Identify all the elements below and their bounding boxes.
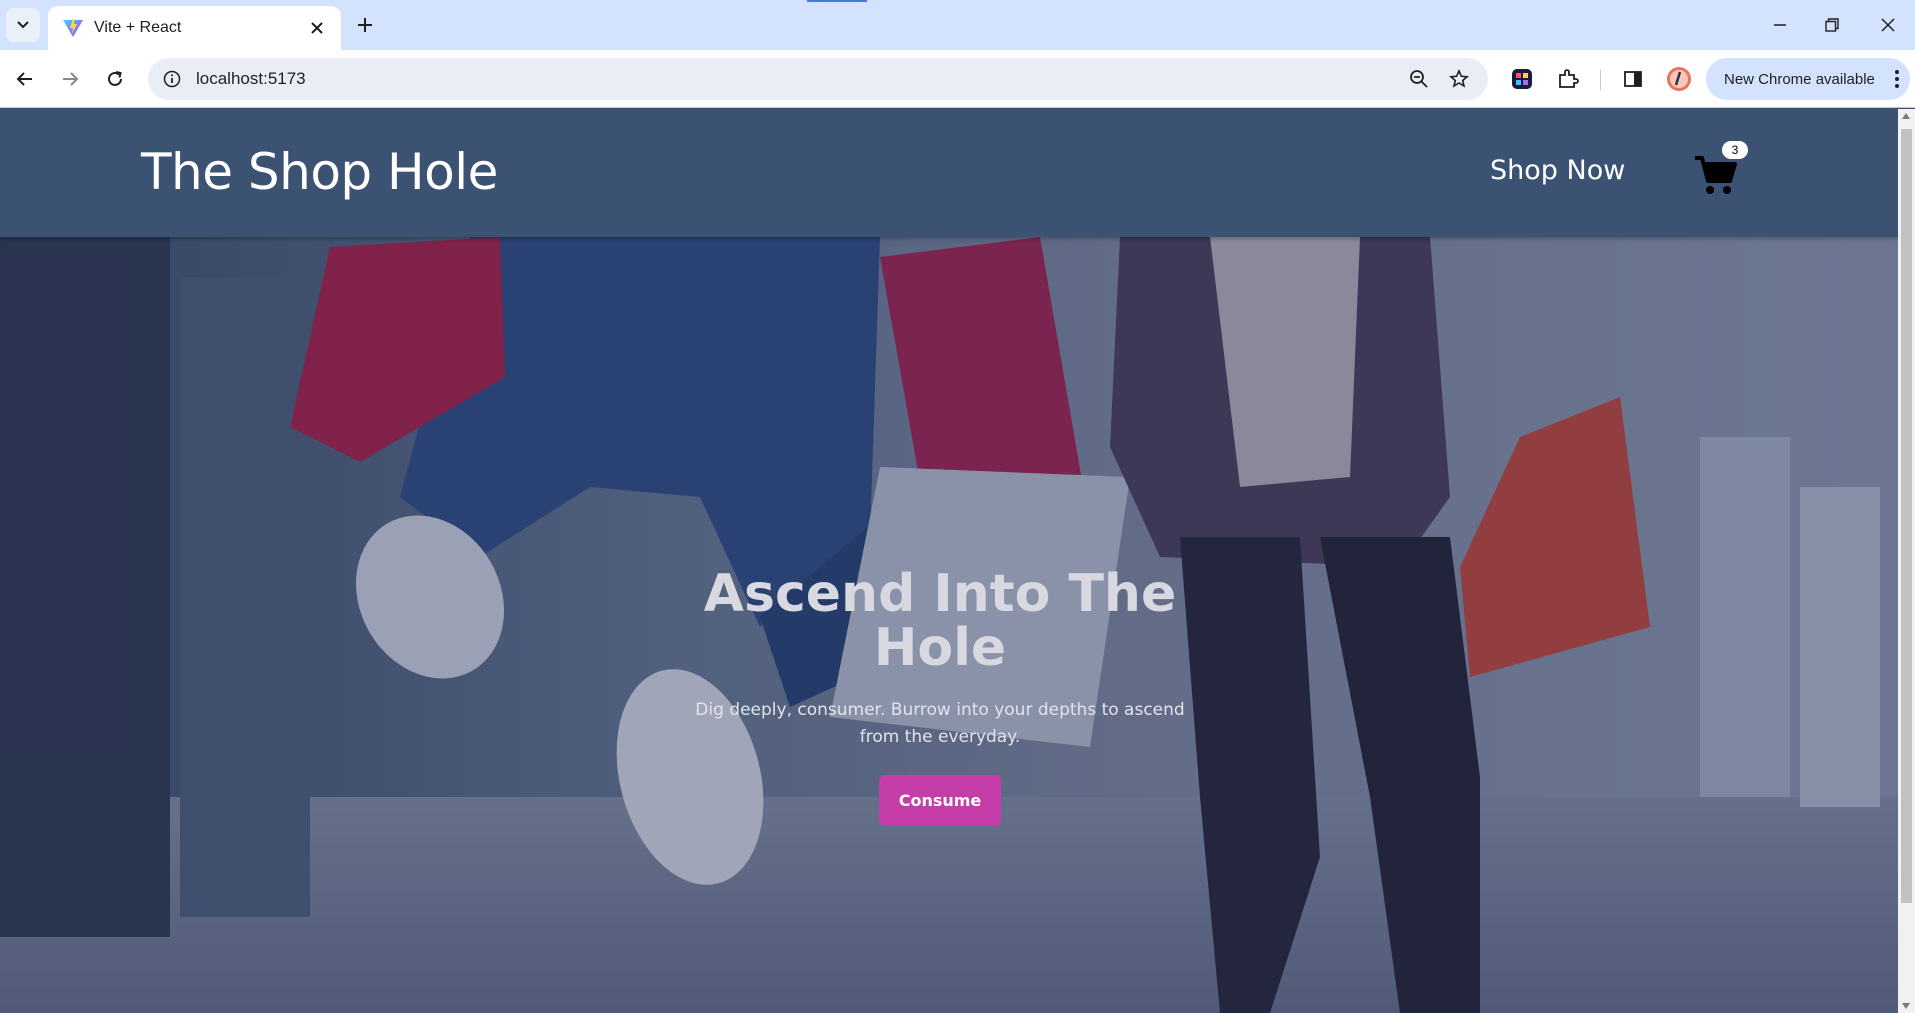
scroll-up-arrow-icon[interactable] [1902, 113, 1910, 119]
site-brand[interactable]: The Shop Hole [141, 143, 498, 201]
consume-button[interactable]: Consume [878, 775, 1002, 826]
minimize-button[interactable] [1754, 8, 1806, 42]
forward-button[interactable] [53, 62, 87, 96]
reload-icon [108, 71, 122, 86]
scroll-down-arrow-icon[interactable] [1902, 1003, 1910, 1009]
hero-subtitle: Dig deeply, consumer. Burrow into your d… [695, 700, 1185, 747]
cart-count-badge: 3 [1722, 141, 1748, 159]
toolbar-separator [1600, 70, 1601, 90]
browser-tab[interactable]: Vite + React [48, 6, 341, 50]
arrow-left-icon [16, 72, 32, 86]
extensions-puzzle-icon[interactable] [1551, 62, 1585, 96]
browser-tabstrip: Vite + React [0, 0, 1915, 50]
vite-logo-icon [63, 19, 83, 37]
page-viewport: The Shop Hole Shop Now 3 Ascend Into The… [0, 109, 1898, 1013]
url-text[interactable]: localhost:5173 [196, 69, 1394, 89]
restore-button[interactable] [1806, 8, 1858, 42]
hero-section: Ascend Into The Hole Dig deeply, consume… [0, 237, 1898, 1013]
tab-close-icon[interactable] [305, 16, 329, 40]
site-header: The Shop Hole Shop Now 3 [0, 109, 1898, 237]
page-scrollbar[interactable] [1898, 109, 1915, 1013]
close-window-button[interactable] [1862, 8, 1914, 42]
browser-toolbar: localhost:5173 New Chrome available [0, 50, 1915, 108]
shop-now-link[interactable]: Shop Now [1490, 155, 1625, 186]
hero-content: Ascend Into The Hole Dig deeply, consume… [640, 567, 1240, 826]
chrome-update-button[interactable]: New Chrome available [1706, 58, 1910, 100]
back-button[interactable] [8, 62, 42, 96]
zoom-icon[interactable] [1404, 64, 1434, 94]
extension-app-icon[interactable] [1505, 62, 1539, 96]
address-bar[interactable]: localhost:5173 [148, 58, 1488, 100]
arrow-right-icon [63, 72, 79, 86]
side-panel-icon[interactable] [1616, 62, 1650, 96]
hero-title: Ascend Into The Hole [703, 564, 1177, 678]
plus-icon [358, 18, 372, 32]
chevron-down-icon [17, 21, 29, 29]
tab-title: Vite + React [94, 19, 182, 36]
update-label: New Chrome available [1724, 70, 1875, 88]
site-info-icon[interactable] [160, 67, 184, 91]
minimize-icon [1774, 24, 1786, 26]
new-tab-button[interactable] [350, 10, 380, 40]
scrollbar-thumb[interactable] [1901, 129, 1912, 903]
bookmark-star-icon[interactable] [1444, 64, 1474, 94]
restore-icon [1825, 18, 1839, 32]
tab-search-button[interactable] [6, 8, 40, 42]
reload-button[interactable] [98, 62, 132, 96]
close-icon [1881, 18, 1895, 32]
tab-accent-bar [807, 0, 867, 2]
kebab-menu-icon [1895, 70, 1899, 88]
profile-avatar[interactable] [1662, 62, 1696, 96]
